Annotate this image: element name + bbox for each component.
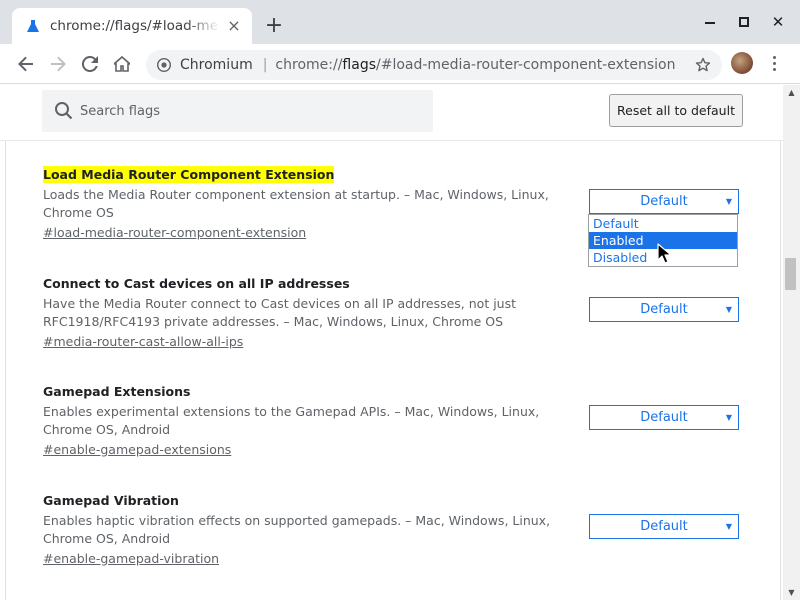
flag-permalink[interactable]: #load-media-router-component-extension — [43, 224, 306, 242]
flag-select-gamepad-vibration[interactable]: Default ▼ — [589, 514, 739, 539]
flag-description: Enables haptic vibration effects on supp… — [43, 513, 551, 546]
maximize-icon[interactable] — [734, 12, 754, 32]
mouse-pointer-icon — [657, 243, 671, 264]
window-close-icon[interactable]: ✕ — [768, 12, 788, 32]
tab-title: chrome://flags/#load-media-router-compon… — [50, 18, 220, 34]
search-header: Reset all to default — [0, 85, 783, 141]
reload-icon[interactable] — [78, 52, 102, 76]
flag-permalink[interactable]: #enable-gamepad-vibration — [43, 550, 219, 568]
chevron-down-icon: ▼ — [725, 197, 732, 206]
url-host: flags — [342, 57, 376, 73]
url-path: /#load-media-router-component-extension — [376, 57, 676, 73]
omnibox-separator: | — [262, 57, 268, 73]
flag-title: Gamepad Extensions — [43, 384, 191, 399]
flag-description: Loads the Media Router component extensi… — [43, 187, 549, 220]
site-chip[interactable]: Chromium — [180, 57, 253, 73]
forward-arrow-icon[interactable] — [46, 52, 70, 76]
bookmark-star-icon[interactable] — [694, 56, 712, 74]
more-menu-icon[interactable] — [766, 52, 782, 74]
flag-permalink[interactable]: #media-router-cast-allow-all-ips — [43, 333, 243, 351]
flag-title: Gamepad Vibration — [43, 493, 179, 508]
chromium-icon — [156, 57, 172, 73]
back-arrow-icon[interactable] — [14, 52, 38, 76]
chevron-down-icon: ▼ — [725, 413, 732, 422]
flags-list: Load Media Router Component Extension Lo… — [5, 141, 781, 600]
flag-item-gamepad-extensions: Gamepad Extensions Enables experimental … — [43, 381, 603, 459]
dropdown-option-default[interactable]: Default — [589, 215, 737, 232]
minimize-icon[interactable] — [700, 12, 720, 32]
browser-toolbar: Chromium | chrome://flags/#load-media-ro… — [0, 44, 800, 84]
flag-select-cast-all-ips[interactable]: Default ▼ — [589, 297, 739, 322]
search-box[interactable] — [42, 90, 433, 132]
profile-avatar[interactable] — [731, 52, 753, 74]
flag-description: Have the Media Router connect to Cast de… — [43, 296, 516, 329]
select-value: Default — [640, 302, 688, 317]
flag-title: Connect to Cast devices on all IP addres… — [43, 276, 350, 291]
scrollbar-thumb[interactable] — [785, 258, 796, 290]
tab-strip: chrome://flags/#load-media-router-compon… — [0, 0, 800, 44]
flask-icon — [26, 19, 40, 33]
search-icon — [54, 101, 74, 121]
flag-description: Enables experimental extensions to the G… — [43, 404, 540, 437]
reset-all-button[interactable]: Reset all to default — [609, 94, 743, 127]
flag-title: Load Media Router Component Extension — [43, 166, 335, 183]
new-tab-icon[interactable]: + — [262, 14, 286, 38]
scroll-down-icon[interactable]: ▼ — [787, 588, 796, 597]
home-icon[interactable] — [110, 52, 134, 76]
select-value: Default — [640, 410, 688, 425]
scroll-up-icon[interactable]: ▲ — [787, 88, 796, 97]
url-scheme: chrome:// — [275, 57, 343, 73]
select-value: Default — [640, 194, 688, 209]
search-input[interactable] — [80, 90, 420, 132]
page-scrollbar[interactable]: ▲ ▼ — [783, 85, 800, 600]
address-bar[interactable]: Chromium | chrome://flags/#load-media-ro… — [146, 50, 722, 80]
browser-tab[interactable]: chrome://flags/#load-media-router-compon… — [12, 8, 252, 44]
flag-permalink[interactable]: #enable-gamepad-extensions — [43, 441, 231, 459]
select-value: Default — [640, 519, 688, 534]
chevron-down-icon: ▼ — [725, 305, 732, 314]
flag-item-cast-all-ips: Connect to Cast devices on all IP addres… — [43, 273, 603, 351]
flag-item-load-media-router: Load Media Router Component Extension Lo… — [43, 164, 603, 242]
chevron-down-icon: ▼ — [725, 522, 732, 531]
flags-page: Reset all to default Load Media Router C… — [0, 85, 783, 600]
tab-close-icon[interactable]: × — [226, 18, 242, 34]
flag-select-load-media-router[interactable]: Default ▼ — [589, 189, 739, 214]
flag-item-gamepad-vibration: Gamepad Vibration Enables haptic vibrati… — [43, 490, 603, 568]
flag-select-gamepad-extensions[interactable]: Default ▼ — [589, 405, 739, 430]
